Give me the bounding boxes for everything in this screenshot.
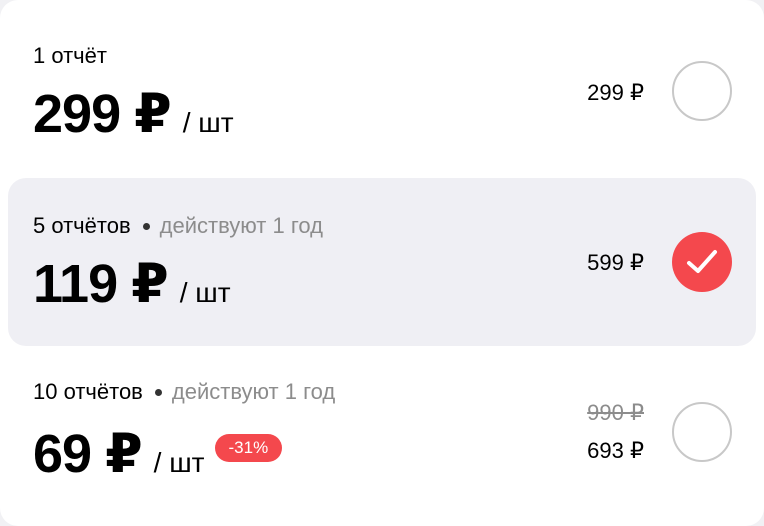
package-radio-button-checked[interactable] bbox=[672, 232, 732, 292]
price-unit-label: / шт bbox=[179, 277, 231, 308]
package-total-price: 599 ₽ bbox=[587, 250, 644, 275]
package-total-price: 693 ₽ bbox=[587, 438, 644, 463]
separator-dot bbox=[154, 388, 162, 396]
price-unit-label: / шт bbox=[153, 447, 205, 478]
package-title-row: 1 отчёт bbox=[33, 42, 107, 70]
package-total-price: 299 ₽ bbox=[587, 80, 644, 105]
package-option-5[interactable]: 5 отчётов действуют 1 год 119 ₽ / шт 599 … bbox=[8, 178, 756, 346]
package-title-row: 10 отчётов действуют 1 год bbox=[33, 378, 335, 406]
package-validity: действуют 1 год bbox=[159, 213, 323, 238]
separator-dot bbox=[142, 222, 150, 230]
package-old-total-price: 990 ₽ bbox=[587, 400, 644, 425]
price-unit-label: / шт bbox=[182, 107, 234, 138]
package-validity: действуют 1 год bbox=[171, 379, 336, 404]
package-title-row: 5 отчётов действуют 1 год bbox=[33, 212, 323, 240]
package-title: 5 отчётов bbox=[33, 213, 131, 238]
price-per-unit-row: 119 ₽ / шт bbox=[33, 252, 231, 316]
report-package-selector: 1 отчёт 299 ₽ / шт 299 ₽ 5 отчётов действ… bbox=[0, 0, 764, 526]
package-title: 1 отчёт bbox=[33, 43, 107, 68]
price-per-unit: 69 ₽ bbox=[33, 424, 143, 484]
price-per-unit-row: 69 ₽ / шт -31% bbox=[33, 422, 283, 486]
package-option-10[interactable]: 10 отчётов действуют 1 год 69 ₽ / шт -31%… bbox=[8, 350, 756, 520]
discount-badge: -31% bbox=[214, 434, 283, 462]
price-per-unit-row: 299 ₽ / шт bbox=[33, 82, 234, 146]
package-option-1[interactable]: 1 отчёт 299 ₽ / шт 299 ₽ bbox=[8, 8, 756, 174]
checkmark-icon bbox=[687, 250, 717, 273]
price-per-unit: 299 ₽ bbox=[33, 84, 172, 144]
package-radio-button[interactable] bbox=[672, 61, 732, 121]
price-per-unit: 119 ₽ bbox=[33, 254, 169, 314]
package-title: 10 отчётов bbox=[33, 379, 143, 404]
package-radio-button[interactable] bbox=[672, 402, 732, 462]
